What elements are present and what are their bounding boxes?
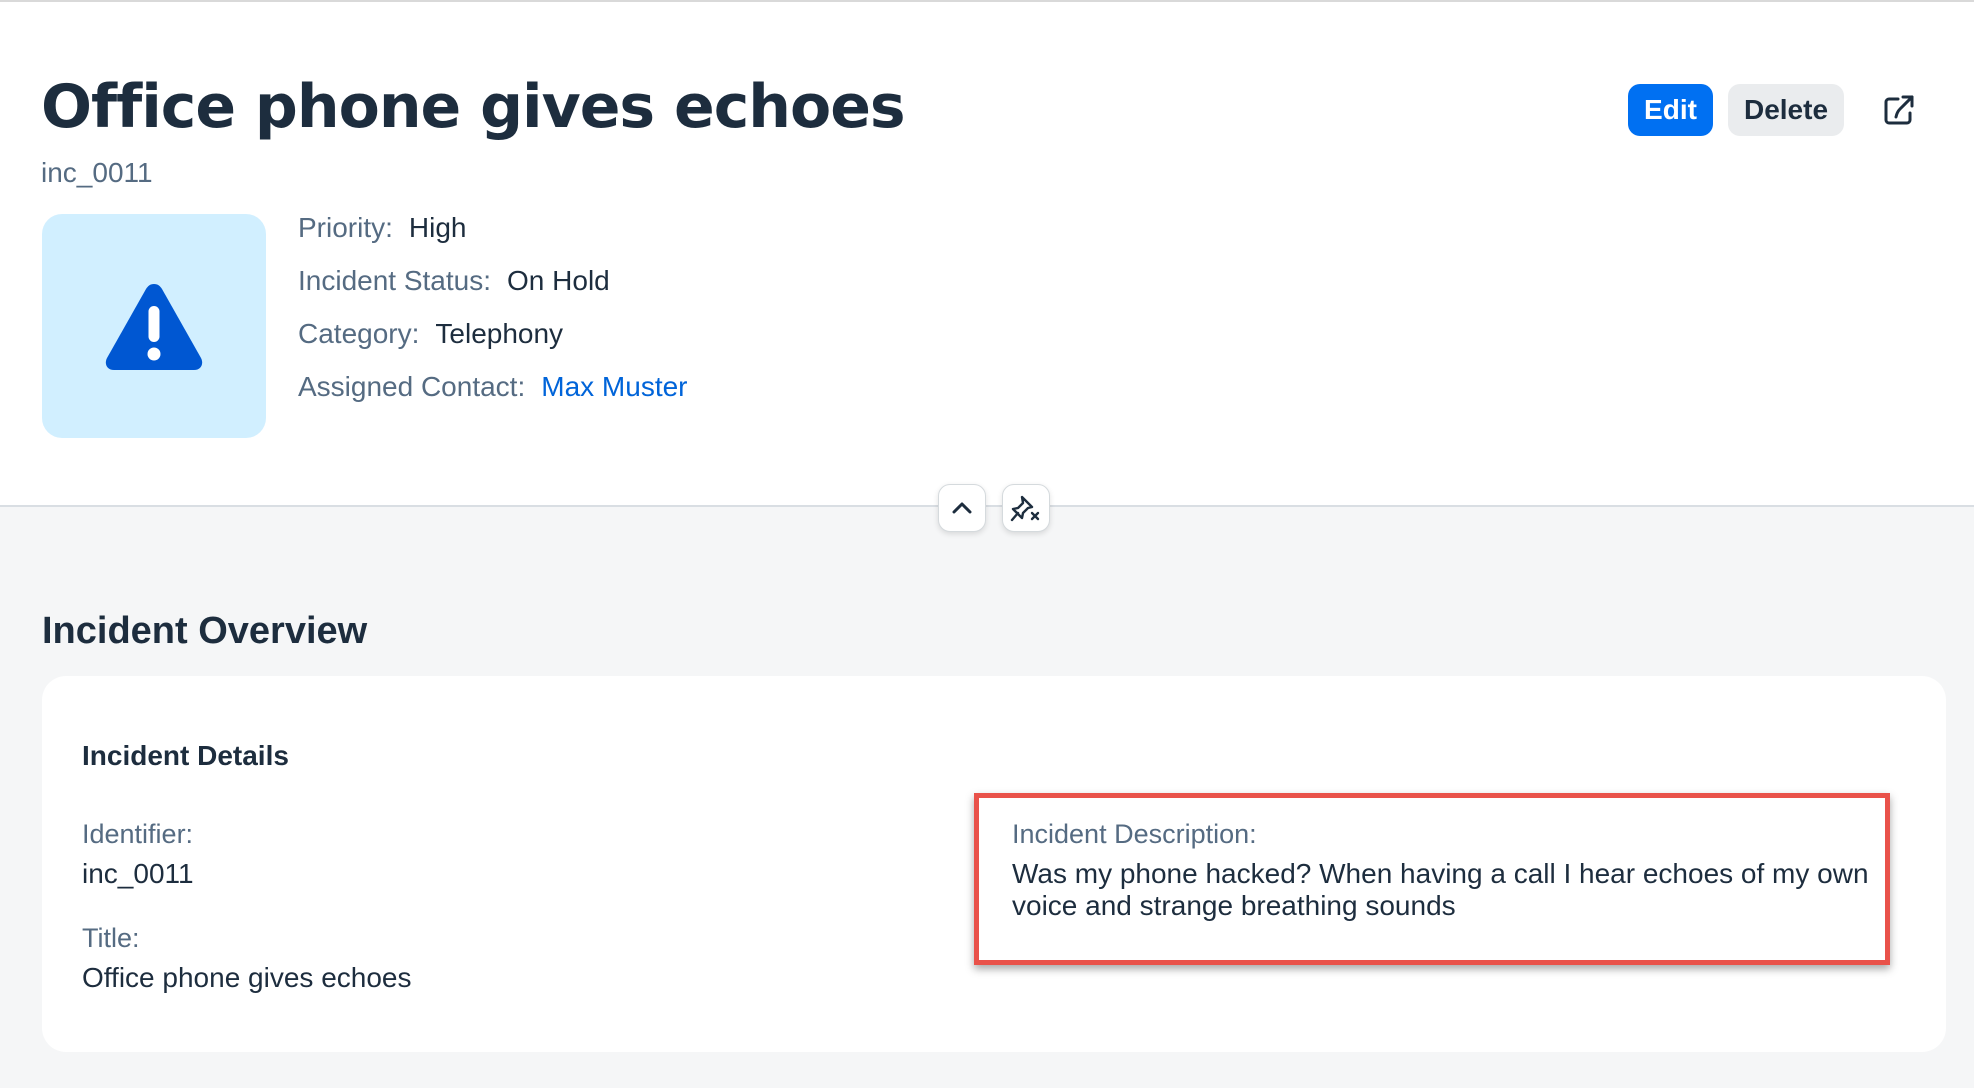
contact-label: Assigned Contact: <box>298 371 526 402</box>
share-icon[interactable] <box>1873 84 1925 136</box>
collapse-header-button[interactable] <box>938 484 986 532</box>
contact-link[interactable]: Max Muster <box>541 371 687 403</box>
attribute-category: Category: Telephony <box>298 318 688 371</box>
header-actions: Edit Delete <box>1628 84 1925 136</box>
object-page-header: Office phone gives echoes inc_0011 Edit … <box>0 0 1974 532</box>
attribute-priority: Priority: High <box>298 212 688 265</box>
attribute-status: Incident Status: On Hold <box>298 265 688 318</box>
description-value: Was my phone hacked? When having a call … <box>1012 858 1869 921</box>
unpin-header-button[interactable] <box>1002 484 1050 532</box>
avatar <box>42 214 266 438</box>
page-subtitle: inc_0011 <box>41 157 153 188</box>
identifier-field: Identifier: inc_0011 <box>82 818 194 890</box>
title-value: Office phone gives echoes <box>82 962 412 993</box>
edit-button[interactable]: Edit <box>1628 84 1713 136</box>
identifier-value: inc_0011 <box>82 858 194 889</box>
page-title: Office phone gives echoes <box>41 72 906 142</box>
card-title: Incident Details <box>82 740 289 771</box>
incident-details-card: Incident Details Identifier: inc_0011 Ti… <box>42 676 1946 1052</box>
status-value: On Hold <box>507 265 610 296</box>
category-value: Telephony <box>435 318 564 349</box>
status-label: Incident Status: <box>298 265 492 296</box>
attribute-contact: Assigned Contact: Max Muster <box>298 371 688 424</box>
category-label: Category: <box>298 318 420 349</box>
description-label: Incident Description: <box>1012 819 1257 849</box>
identifier-label: Identifier: <box>82 819 194 849</box>
delete-button[interactable]: Delete <box>1728 84 1844 136</box>
title-label: Title: <box>82 923 140 953</box>
unpin-icon <box>1010 495 1040 522</box>
header-attributes: Priority: High Incident Status: On Hold … <box>298 212 688 424</box>
section-title: Incident Overview <box>42 610 368 652</box>
header-toggles <box>938 484 1050 532</box>
title-field: Title: Office phone gives echoes <box>82 922 411 994</box>
priority-value: High <box>408 212 467 243</box>
priority-label: Priority: <box>298 212 393 243</box>
chevron-up-icon <box>952 502 972 514</box>
warning-icon <box>105 284 203 370</box>
description-field: Incident Description: Was my phone hacke… <box>1012 818 1892 922</box>
